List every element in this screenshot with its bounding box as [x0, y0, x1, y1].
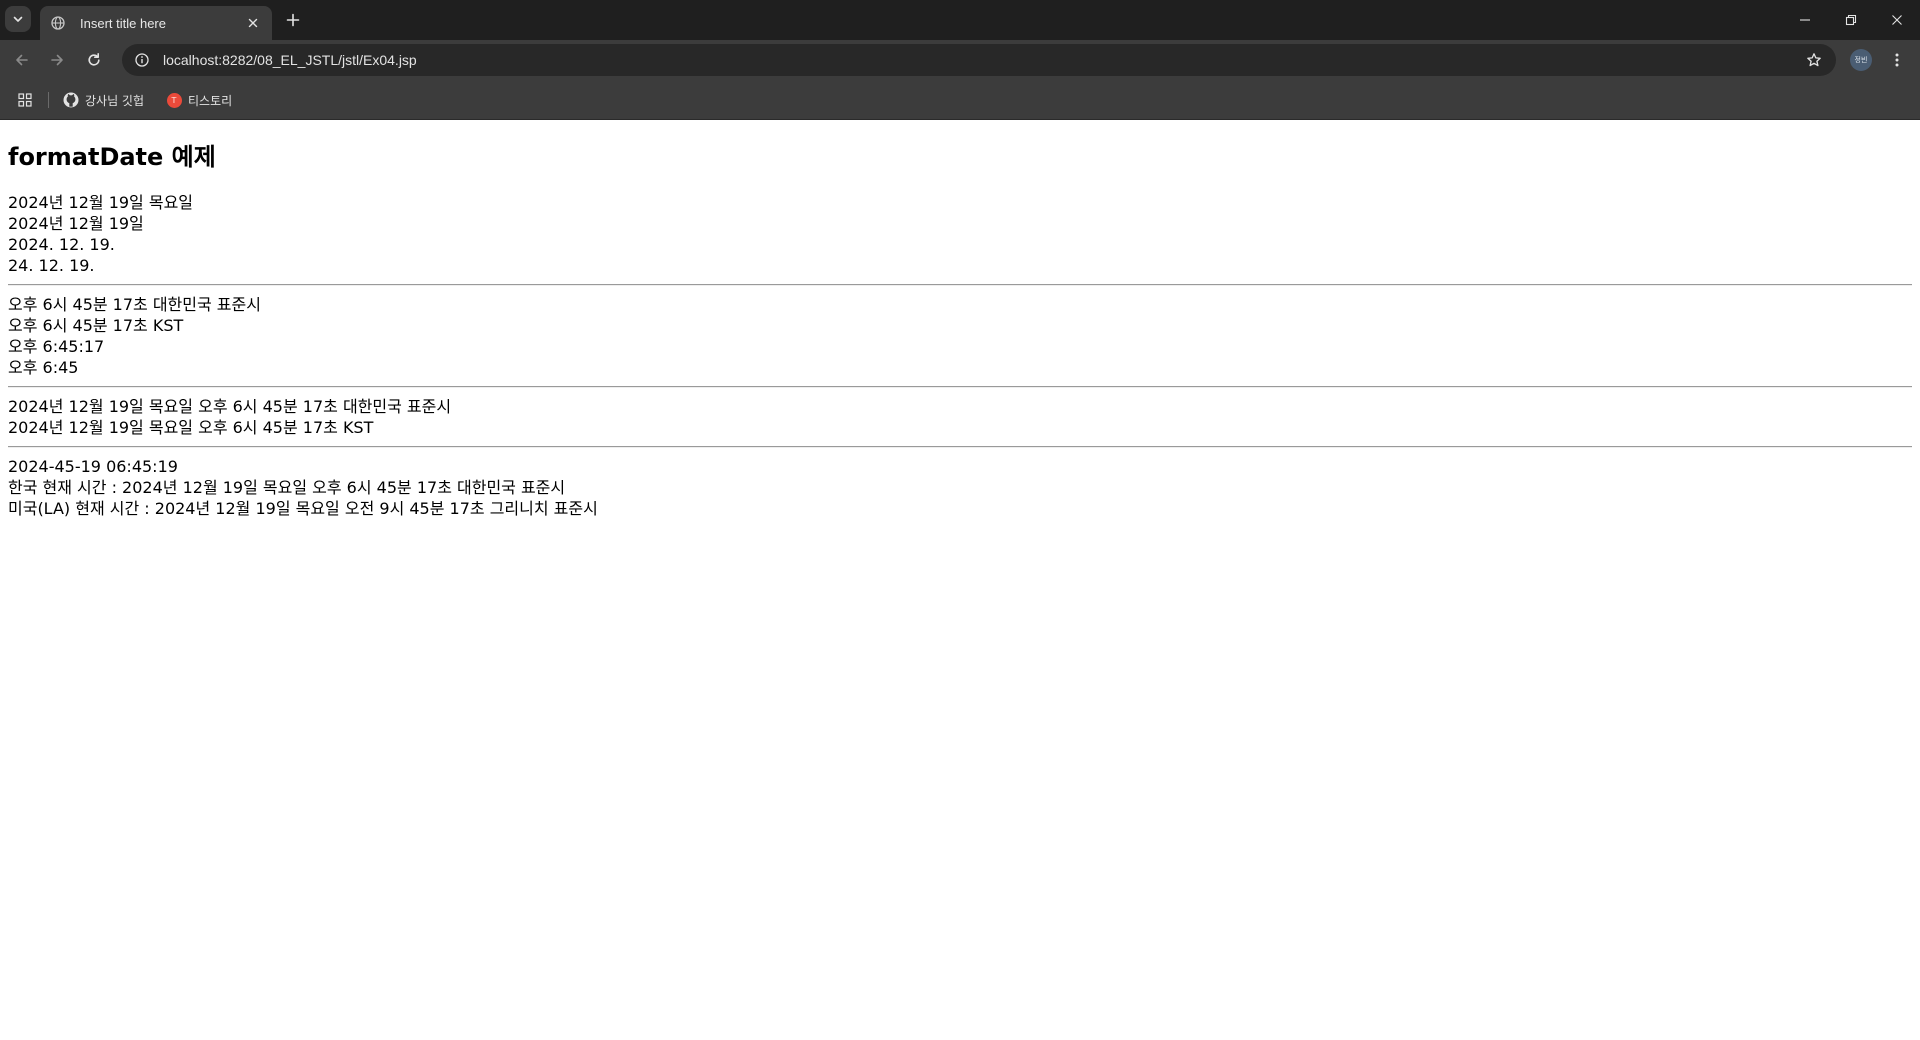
bookmarks-bar: 강사님 깃헙 T 티스토리	[0, 80, 1920, 120]
window-controls	[1782, 0, 1920, 40]
restore-icon	[1845, 14, 1857, 26]
minimize-button[interactable]	[1782, 0, 1828, 40]
globe-icon	[50, 15, 66, 31]
datetime-line: 2024년 12월 19일 목요일 오후 6시 45분 17초 KST	[8, 418, 374, 437]
browser-toolbar: localhost:8282/08_EL_JSTL/jstl/Ex04.jsp …	[0, 40, 1920, 80]
browser-menu-button[interactable]	[1884, 47, 1910, 73]
date-line: 2024. 12. 19.	[8, 235, 115, 254]
tistory-icon: T	[166, 92, 182, 108]
address-bar[interactable]: localhost:8282/08_EL_JSTL/jstl/Ex04.jsp	[122, 44, 1836, 76]
reload-icon	[88, 53, 100, 66]
new-tab-button[interactable]	[281, 8, 305, 32]
divider	[8, 284, 1912, 286]
close-icon	[1892, 15, 1902, 25]
url-text[interactable]: localhost:8282/08_EL_JSTL/jstl/Ex04.jsp	[163, 52, 1800, 68]
date-line: 2024년 12월 19일 목요일	[8, 193, 194, 212]
tab-search-button[interactable]	[5, 6, 31, 32]
la-time-line: 미국(LA) 현재 시간 : 2024년 12월 19일 목요일 오전 9시 4…	[8, 499, 598, 518]
back-arrow-icon	[16, 54, 28, 66]
github-icon	[63, 92, 79, 108]
chevron-down-icon	[13, 16, 23, 22]
bookmark-label: 강사님 깃헙	[85, 93, 145, 108]
page-title: formatDate 예제	[8, 143, 216, 171]
kebab-menu-icon	[1895, 53, 1899, 67]
time-line: 오후 6:45:17	[8, 337, 105, 356]
close-icon	[248, 18, 258, 28]
browser-window: Insert title here localhost:8282/08_EL_J…	[0, 0, 1920, 1040]
date-line: 2024년 12월 19일	[8, 214, 144, 233]
forward-button[interactable]	[44, 47, 70, 73]
date-line: 24. 12. 19.	[8, 256, 95, 275]
forward-arrow-icon	[51, 54, 63, 66]
time-line: 오후 6:45	[8, 358, 79, 377]
divider	[8, 446, 1912, 448]
divider	[8, 386, 1912, 388]
close-window-button[interactable]	[1874, 0, 1920, 40]
apps-grid-icon	[18, 93, 32, 107]
time-line: 오후 6시 45분 17초 대한민국 표준시	[8, 295, 261, 314]
tistory-badge: T	[166, 92, 182, 108]
page-content: formatDate 예제 2024년 12월 19일 목요일 2024년 12…	[0, 120, 1920, 1040]
plus-icon	[286, 13, 300, 27]
custom-format-line: 2024-45-19 06:45:19	[8, 457, 178, 476]
tab-title: Insert title here	[80, 15, 166, 31]
bookmark-github[interactable]: 강사님 깃헙	[57, 88, 150, 112]
bookmark-label: 티스토리	[188, 93, 233, 108]
back-button[interactable]	[9, 47, 35, 73]
time-line: 오후 6시 45분 17초 KST	[8, 316, 184, 335]
restore-button[interactable]	[1828, 0, 1874, 40]
reload-button[interactable]	[81, 47, 107, 73]
tab-active[interactable]: Insert title here	[40, 6, 272, 40]
korea-time-line: 한국 현재 시간 : 2024년 12월 19일 목요일 오후 6시 45분 1…	[8, 478, 566, 497]
profile-avatar[interactable]: 정빈	[1850, 49, 1872, 71]
minimize-icon	[1800, 19, 1810, 21]
apps-button[interactable]	[14, 90, 36, 110]
bookmarks-separator	[48, 92, 49, 108]
datetime-line: 2024년 12월 19일 목요일 오후 6시 45분 17초 대한민국 표준시	[8, 397, 452, 416]
tab-strip: Insert title here	[0, 0, 1920, 40]
site-info-icon[interactable]	[128, 46, 156, 74]
bookmark-star-icon[interactable]	[1800, 46, 1828, 74]
bookmark-tistory[interactable]: T 티스토리	[160, 88, 238, 112]
tab-close-button[interactable]	[244, 14, 262, 32]
